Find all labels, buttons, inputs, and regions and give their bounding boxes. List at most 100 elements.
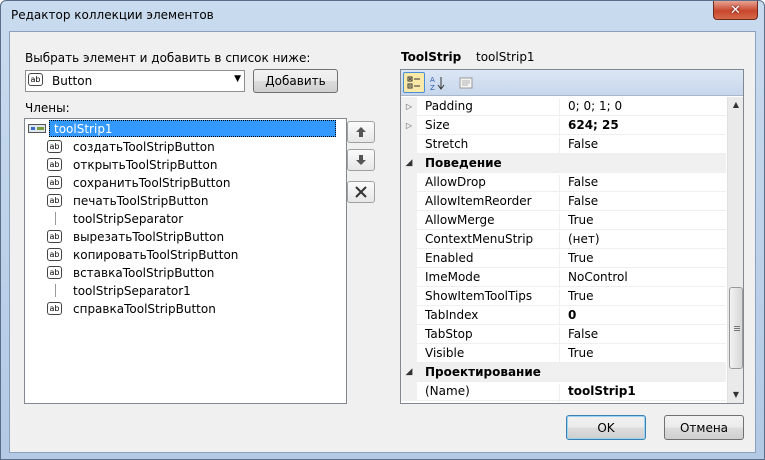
member-item[interactable]: toolStrip1 xyxy=(25,120,346,138)
property-row[interactable]: Stretch False xyxy=(401,135,726,155)
property-value[interactable]: 0; 0; 1; 0 xyxy=(559,99,725,117)
property-value[interactable]: False xyxy=(559,327,725,345)
member-item[interactable]: ab копироватьToolStripButton xyxy=(25,246,346,264)
member-item[interactable]: ab открытьToolStripButton xyxy=(25,156,346,174)
title-bar[interactable]: Редактор коллекции элементов ✕ xyxy=(1,1,764,31)
item-type-value: Button xyxy=(52,74,93,88)
sort-az-icon: A Z xyxy=(430,76,445,91)
expand-icon[interactable]: ▷ xyxy=(401,97,417,116)
expand-icon[interactable]: ◢ xyxy=(401,363,417,382)
property-row[interactable]: AllowItemReorder False xyxy=(401,192,726,212)
add-button[interactable]: Добавить xyxy=(253,69,338,93)
delete-button[interactable] xyxy=(347,181,375,203)
member-item[interactable]: ab вырезатьToolStripButton xyxy=(25,228,346,246)
property-grid-scrollbar[interactable]: ▲ ▼ xyxy=(727,97,743,403)
close-button[interactable]: ✕ xyxy=(713,1,758,20)
property-grid-toolbar: A Z xyxy=(401,70,743,96)
chevron-down-icon[interactable]: ▼ xyxy=(234,74,241,84)
dialog-client-area: Выбрать элемент и добавить в список ниже… xyxy=(9,31,756,453)
categorized-button[interactable] xyxy=(403,72,425,93)
property-value[interactable]: 0 xyxy=(559,308,725,326)
row-gutter xyxy=(401,249,417,268)
arrow-up-icon xyxy=(356,127,366,137)
props-object-name: toolStrip1 xyxy=(476,50,535,64)
window-title: Редактор коллекции элементов xyxy=(11,8,214,22)
dialog-window: Редактор коллекции элементов ✕ Выбрать э… xyxy=(0,0,765,460)
property-name: TabIndex xyxy=(425,308,479,322)
property-row[interactable]: ▷ Size 624; 25 xyxy=(401,116,726,136)
scrollbar-thumb[interactable] xyxy=(729,287,743,369)
expand-icon[interactable]: ▷ xyxy=(401,116,417,135)
member-item-label: вырезатьToolStripButton xyxy=(73,230,225,244)
scroll-down-icon[interactable]: ▼ xyxy=(728,387,744,403)
member-item[interactable]: ab сохранитьToolStripButton xyxy=(25,174,346,192)
member-item[interactable]: ab справкаToolStripButton xyxy=(25,300,346,318)
property-row[interactable]: Enabled True xyxy=(401,249,726,269)
property-value[interactable]: toolStrip1 xyxy=(559,384,725,402)
property-name: Size xyxy=(425,118,450,132)
member-item[interactable]: toolStripSeparator1 xyxy=(25,282,346,300)
separator-icon xyxy=(55,284,56,297)
property-row[interactable]: Visible True xyxy=(401,344,726,364)
property-value[interactable]: True xyxy=(559,251,725,269)
members-tree[interactable]: toolStrip1 ab создатьToolStripButton ab откр… xyxy=(24,118,347,404)
property-value[interactable]: True xyxy=(559,213,725,231)
scroll-up-icon[interactable]: ▲ xyxy=(728,97,744,113)
property-row[interactable]: TabIndex 0 xyxy=(401,306,726,326)
move-down-button[interactable] xyxy=(347,149,375,171)
property-value[interactable]: True xyxy=(559,289,725,307)
row-gutter xyxy=(401,287,417,306)
button-item-icon: ab xyxy=(47,176,62,189)
row-gutter xyxy=(401,325,417,344)
property-row[interactable]: AllowMerge True xyxy=(401,211,726,231)
member-item-label: создатьToolStripButton xyxy=(73,140,215,154)
ok-button[interactable]: OK xyxy=(566,415,646,440)
member-item[interactable]: ab создатьToolStripButton xyxy=(25,138,346,156)
button-item-icon: ab xyxy=(47,302,62,315)
item-type-combobox[interactable]: ab Button ▼ xyxy=(25,70,245,92)
property-row[interactable]: ShowItemToolTips True xyxy=(401,287,726,307)
property-row[interactable]: ContextMenuStrip (нет) xyxy=(401,230,726,250)
property-value[interactable]: False xyxy=(559,194,725,212)
property-row[interactable]: ImeMode NoControl xyxy=(401,268,726,288)
property-pages-button[interactable] xyxy=(455,72,477,93)
expand-icon[interactable]: ◢ xyxy=(401,154,417,173)
alphabetical-button[interactable]: A Z xyxy=(427,72,449,93)
move-up-button[interactable] xyxy=(347,121,375,143)
category-name: Проектирование xyxy=(425,365,541,379)
property-name: Stretch xyxy=(425,137,469,151)
property-value[interactable]: (нет) xyxy=(559,232,725,250)
property-grid-rows[interactable]: ▷ Padding 0; 0; 1; 0 ▷ Size 624; 25 Stretch Fal… xyxy=(401,97,726,403)
row-gutter xyxy=(401,173,417,192)
separator-icon xyxy=(55,212,56,225)
member-item[interactable]: ab печатьToolStripButton xyxy=(25,192,346,210)
property-row[interactable]: TabStop False xyxy=(401,325,726,345)
member-item-label: toolStripSeparator1 xyxy=(73,284,191,298)
property-value[interactable]: True xyxy=(559,346,725,364)
props-type-name: ToolStrip xyxy=(401,50,462,64)
property-name: TabStop xyxy=(425,327,473,341)
row-gutter xyxy=(401,230,417,249)
property-row[interactable]: ▷ Padding 0; 0; 1; 0 xyxy=(401,97,726,117)
member-item-label: копироватьToolStripButton xyxy=(73,248,239,262)
button-item-icon: ab xyxy=(47,248,62,261)
member-item[interactable]: toolStripSeparator xyxy=(25,210,346,228)
property-value[interactable]: False xyxy=(559,175,725,193)
property-row[interactable]: AllowDrop False xyxy=(401,173,726,193)
member-item-label: toolStrip1 xyxy=(49,120,336,137)
cancel-button[interactable]: Отмена xyxy=(664,415,744,440)
button-item-icon: ab xyxy=(47,194,62,207)
member-item-label: toolStripSeparator xyxy=(73,212,184,226)
property-value[interactable]: False xyxy=(559,137,725,155)
member-item[interactable]: ab вставкаToolStripButton xyxy=(25,264,346,282)
row-gutter xyxy=(401,135,417,154)
property-category[interactable]: ◢ Поведение xyxy=(401,154,726,173)
property-name: Enabled xyxy=(425,251,474,265)
property-value[interactable]: 624; 25 xyxy=(559,118,725,136)
property-row[interactable]: (Name) toolStrip1 xyxy=(401,382,726,402)
property-name: (Name) xyxy=(425,384,470,398)
property-value[interactable]: NoControl xyxy=(559,270,725,288)
property-category[interactable]: ◢ Проектирование xyxy=(401,363,726,382)
row-gutter xyxy=(401,344,417,363)
property-name: Padding xyxy=(425,99,473,113)
